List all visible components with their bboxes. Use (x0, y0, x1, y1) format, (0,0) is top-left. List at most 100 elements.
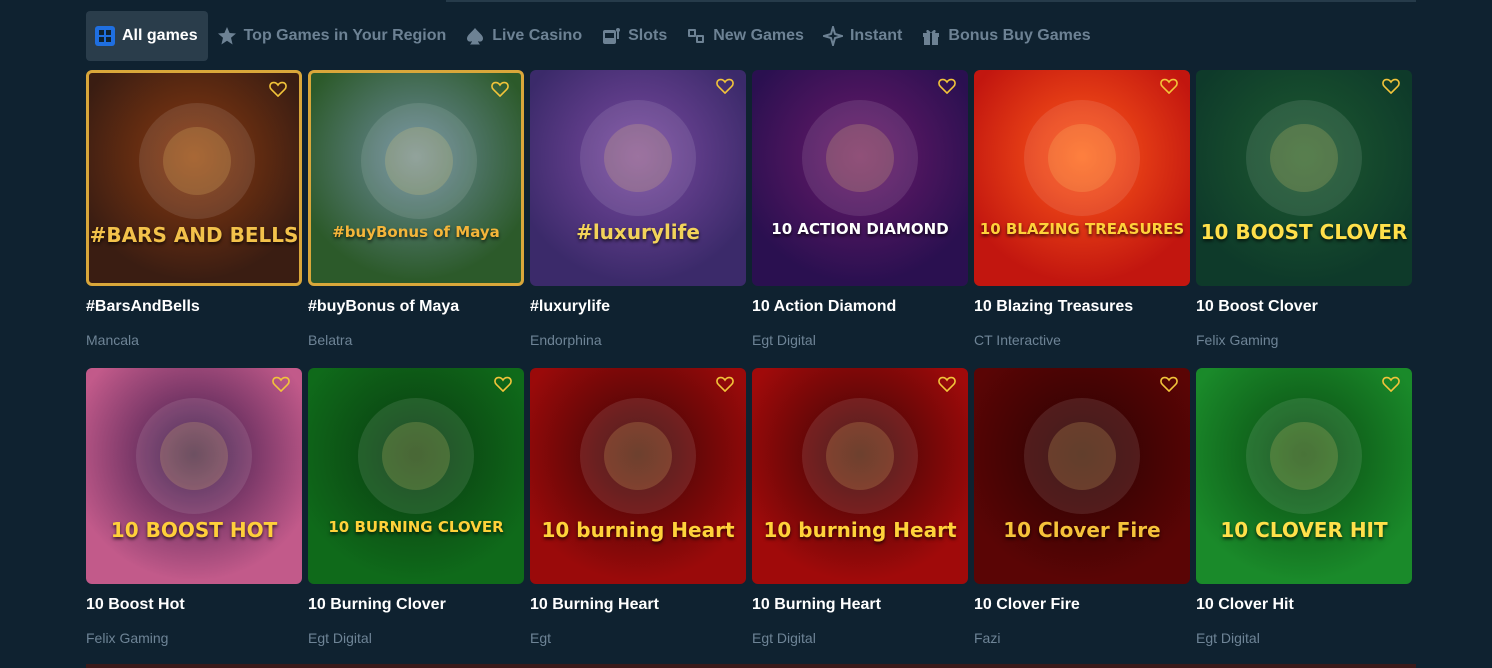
game-thumbnail[interactable]: 10 burning Heart (752, 368, 968, 584)
game-thumbnail[interactable]: 10 burning Heart (530, 368, 746, 584)
gift-icon (920, 25, 942, 47)
slot-machine-icon (600, 25, 622, 47)
tab-label: Slots (628, 27, 668, 44)
game-card[interactable]: 10 CLOVER HIT 10 Clover Hit Egt Digital (1196, 368, 1412, 646)
game-card[interactable]: #BARS AND BELLS #BarsAndBells Mancala (86, 70, 302, 348)
game-provider: Egt (530, 630, 552, 646)
tab-slots[interactable]: Slots (592, 11, 677, 61)
favorite-heart-icon[interactable] (1382, 376, 1400, 392)
game-card[interactable]: 10 Clover Fire 10 Clover Fire Fazi (974, 368, 1190, 646)
game-provider: CT Interactive (974, 332, 1061, 348)
game-art-title: 10 BOOST HOT (110, 518, 278, 542)
category-tabs: All games Top Games in Your Region Live … (86, 11, 1101, 61)
game-name[interactable]: 10 Burning Heart (530, 596, 746, 614)
game-artwork (580, 100, 696, 216)
game-card[interactable]: #luxurylife #luxurylife Endorphina (530, 70, 746, 348)
game-name[interactable]: 10 Boost Hot (86, 596, 302, 614)
game-name[interactable]: #buyBonus of Maya (308, 298, 524, 316)
game-art-title: 10 Clover Fire (1003, 518, 1161, 542)
tab-label: All games (122, 27, 198, 44)
game-artwork (361, 103, 477, 219)
game-name[interactable]: 10 Clover Fire (974, 596, 1190, 614)
game-card[interactable]: 10 BURNING CLOVER 10 Burning Clover Egt Di… (308, 368, 524, 646)
tab-label: Instant (849, 27, 903, 44)
game-thumbnail[interactable]: #BARS AND BELLS (86, 70, 302, 286)
star-icon (216, 25, 238, 47)
favorite-heart-icon[interactable] (716, 376, 734, 392)
game-thumbnail[interactable]: 10 BURNING CLOVER (308, 368, 524, 584)
favorite-heart-icon[interactable] (938, 376, 956, 392)
game-card[interactable]: #buyBonus of Maya #buyBonus of Maya Belatr… (308, 70, 524, 348)
game-provider: Egt Digital (752, 630, 816, 646)
game-artwork (1024, 398, 1140, 514)
favorite-heart-icon[interactable] (491, 81, 509, 97)
game-art-title: 10 BURNING CLOVER (328, 518, 504, 536)
tab-label: New Games (713, 27, 804, 44)
favorite-heart-icon[interactable] (1160, 78, 1178, 94)
tab-bonus-buy-games[interactable]: Bonus Buy Games (912, 11, 1100, 61)
game-name[interactable]: 10 Action Diamond (752, 298, 968, 316)
game-name[interactable]: 10 Blazing Treasures (974, 298, 1190, 316)
game-thumbnail[interactable]: 10 ACTION DIAMOND (752, 70, 968, 286)
game-art-title: #luxurylife (576, 220, 700, 244)
game-card[interactable]: 10 burning Heart 10 Burning Heart Egt (530, 368, 746, 646)
game-provider: Felix Gaming (86, 630, 169, 646)
game-card[interactable]: 10 BLAZING TREASURES 10 Blazing Treasures… (974, 70, 1190, 348)
new-games-icon (685, 25, 707, 47)
tab-instant[interactable]: Instant (814, 11, 912, 61)
game-name[interactable]: 10 Burning Heart (752, 596, 968, 614)
favorite-heart-icon[interactable] (938, 78, 956, 94)
game-card[interactable]: 10 BOOST HOT 10 Boost Hot Felix Gaming (86, 368, 302, 646)
game-artwork (358, 398, 474, 514)
game-name[interactable]: 10 Boost Clover (1196, 298, 1412, 316)
game-name[interactable]: #BarsAndBells (86, 298, 302, 316)
game-artwork (802, 398, 918, 514)
tab-label: Live Casino (492, 27, 583, 44)
favorite-heart-icon[interactable] (494, 376, 512, 392)
game-thumbnail[interactable]: 10 BOOST CLOVER (1196, 70, 1412, 286)
favorite-heart-icon[interactable] (1382, 78, 1400, 94)
spade-icon (464, 25, 486, 47)
game-card[interactable]: 10 BOOST CLOVER 10 Boost Clover Felix Gami… (1196, 70, 1412, 348)
game-artwork (580, 398, 696, 514)
game-artwork (802, 100, 918, 216)
game-name[interactable]: #luxurylife (530, 298, 746, 316)
tab-label: Top Games in Your Region (243, 27, 447, 44)
tab-label: Bonus Buy Games (948, 27, 1091, 44)
grid-icon (94, 25, 116, 47)
tab-all-games[interactable]: All games (86, 11, 208, 61)
game-thumbnail[interactable]: 10 BLAZING TREASURES (974, 70, 1190, 286)
game-provider: Fazi (974, 630, 1001, 646)
game-name[interactable]: 10 Clover Hit (1196, 596, 1412, 614)
game-art-title: 10 burning Heart (541, 518, 735, 542)
tab-new-games[interactable]: New Games (677, 11, 814, 61)
game-artwork (1246, 100, 1362, 216)
game-art-title: 10 BLAZING TREASURES (979, 220, 1185, 238)
game-name[interactable]: 10 Burning Clover (308, 596, 524, 614)
game-artwork (1024, 100, 1140, 216)
tab-live-casino[interactable]: Live Casino (456, 11, 592, 61)
game-provider: Endorphina (530, 332, 602, 348)
next-row-edge (86, 664, 1416, 668)
game-thumbnail[interactable]: 10 Clover Fire (974, 368, 1190, 584)
game-provider: Mancala (86, 332, 139, 348)
game-thumbnail[interactable]: 10 CLOVER HIT (1196, 368, 1412, 584)
game-card[interactable]: 10 ACTION DIAMOND 10 Action Diamond Egt Di… (752, 70, 968, 348)
game-card[interactable]: 10 burning Heart 10 Burning Heart Egt Digi… (752, 368, 968, 646)
favorite-heart-icon[interactable] (269, 81, 287, 97)
game-provider: Egt Digital (308, 630, 372, 646)
game-artwork (139, 103, 255, 219)
game-provider: Felix Gaming (1196, 332, 1279, 348)
sparkle-icon (822, 25, 844, 47)
favorite-heart-icon[interactable] (272, 376, 290, 392)
game-thumbnail[interactable]: #luxurylife (530, 70, 746, 286)
game-art-title: #buyBonus of Maya (332, 223, 500, 241)
tab-top-games-region[interactable]: Top Games in Your Region (208, 11, 457, 61)
game-artwork (136, 398, 252, 514)
game-thumbnail[interactable]: #buyBonus of Maya (308, 70, 524, 286)
game-art-title: 10 CLOVER HIT (1220, 518, 1388, 542)
top-divider (446, 0, 1416, 2)
favorite-heart-icon[interactable] (716, 78, 734, 94)
favorite-heart-icon[interactable] (1160, 376, 1178, 392)
game-thumbnail[interactable]: 10 BOOST HOT (86, 368, 302, 584)
